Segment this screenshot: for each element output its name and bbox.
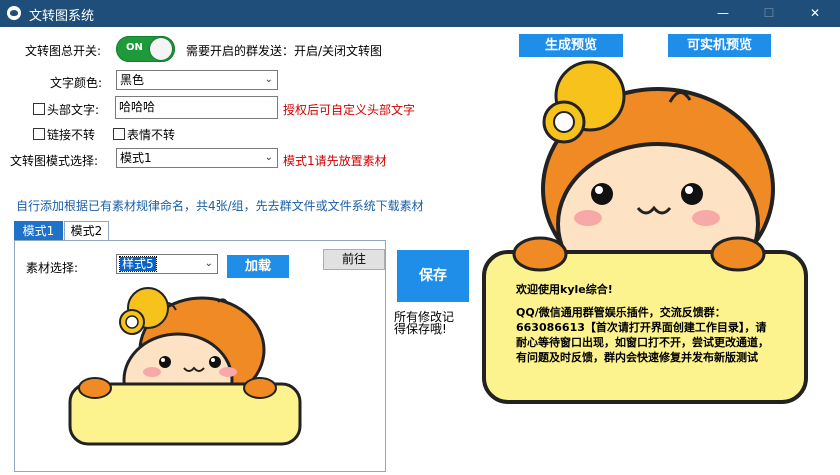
header-text-checkbox[interactable] — [33, 103, 45, 115]
switch-knob — [150, 38, 172, 60]
master-switch-label: 文转图总开关: — [25, 44, 102, 58]
app-icon — [7, 6, 21, 20]
no-link-label: 链接不转 — [47, 128, 96, 142]
material-info-text: 自行添加根据已有素材规律命名，共4张/组，先去群文件或文件系统下载素材 — [16, 199, 424, 213]
no-link-checkbox[interactable] — [33, 128, 45, 140]
device-preview-button[interactable]: 可实机预览 — [668, 34, 771, 57]
text-color-select[interactable]: 黑色 ⌄ — [116, 70, 278, 90]
switch-hint: 需要开启的群发送：开启/关闭文转图 — [186, 44, 383, 58]
material-select-label: 素材选择: — [26, 261, 79, 275]
go-button[interactable]: 前往 — [323, 249, 385, 270]
master-switch-toggle[interactable]: ON — [116, 36, 175, 62]
load-button[interactable]: 加载 — [227, 255, 289, 278]
chevron-down-icon: ⌄ — [264, 152, 273, 163]
mode-value: 模式1 — [120, 151, 152, 165]
header-text-label: 头部文字: — [47, 103, 100, 117]
switch-state-text: ON — [126, 42, 143, 53]
chevron-down-icon: ⌄ — [204, 258, 213, 269]
tab-mode1[interactable]: 模式1 — [14, 221, 63, 241]
tab-mode2[interactable]: 模式2 — [64, 221, 109, 241]
header-text-hint: 授权后可自定义头部文字 — [283, 103, 416, 117]
material-value: 样式5 — [119, 256, 157, 272]
generate-preview-button[interactable]: 生成预览 — [519, 34, 623, 57]
mode-select-label: 文转图模式选择: — [10, 154, 99, 168]
preview-text-block: 欢迎使用kyle综合! QQ/微信通用群管娱乐插件，交流反馈群：66308661… — [516, 282, 776, 365]
close-button[interactable]: ✕ — [792, 0, 838, 27]
window-title: 文转图系统 — [29, 9, 95, 24]
preview-line-1: 欢迎使用kyle综合! — [516, 283, 613, 296]
title-bar: 文转图系统 — ☐ ✕ — [0, 0, 840, 27]
save-note: 所有修改记得保存哦! — [394, 310, 455, 336]
maximize-button[interactable]: ☐ — [746, 0, 792, 27]
minimize-button[interactable]: — — [700, 0, 746, 27]
mode-hint: 模式1请先放置素材 — [283, 154, 387, 168]
no-emoji-checkbox[interactable] — [113, 128, 125, 140]
text-color-label: 文字颜色: — [50, 76, 103, 90]
mode-select[interactable]: 模式1 ⌄ — [116, 148, 278, 168]
text-color-value: 黑色 — [120, 73, 145, 87]
small-mascot-image — [68, 287, 302, 446]
header-text-input[interactable]: 哈哈哈 — [115, 96, 278, 119]
save-button[interactable]: 保存 — [397, 250, 469, 302]
material-select[interactable]: 样式5 ⌄ — [116, 254, 218, 274]
chevron-down-icon: ⌄ — [264, 74, 273, 85]
no-emoji-label: 表情不转 — [127, 128, 176, 142]
preview-line-2: QQ/微信通用群管娱乐插件，交流反馈群：663086613【首次请打开界面创建工… — [516, 306, 769, 364]
